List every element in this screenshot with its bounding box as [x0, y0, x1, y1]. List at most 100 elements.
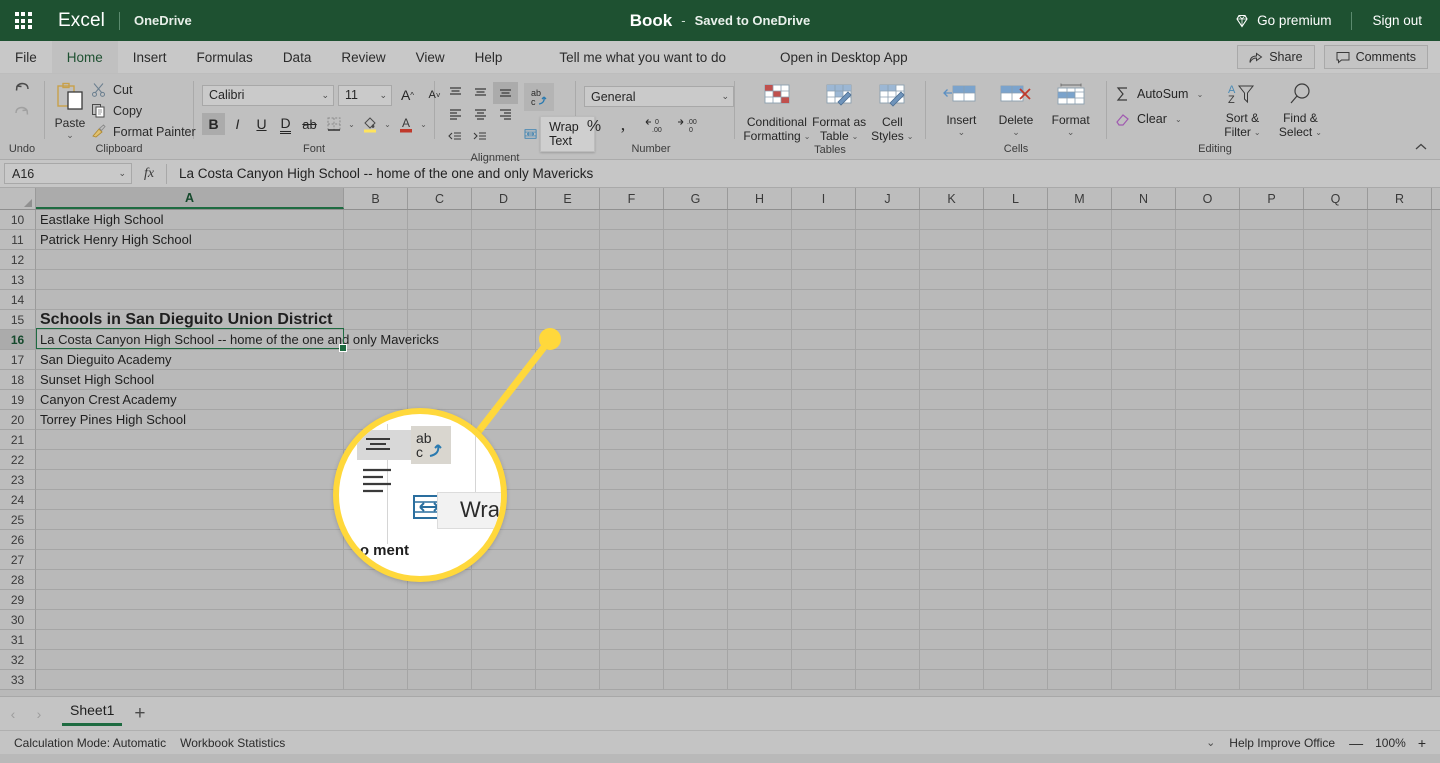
- row-header-33[interactable]: 33: [0, 670, 36, 690]
- cell-N16[interactable]: [1112, 330, 1176, 350]
- cell-R20[interactable]: [1368, 410, 1432, 430]
- cell-N13[interactable]: [1112, 270, 1176, 290]
- cell-G25[interactable]: [664, 510, 728, 530]
- cell-O12[interactable]: [1176, 250, 1240, 270]
- cell-D12[interactable]: [472, 250, 536, 270]
- row-header-11[interactable]: 11: [0, 230, 36, 250]
- save-state-label[interactable]: Saved to OneDrive: [695, 13, 811, 28]
- cell-K10[interactable]: [920, 210, 984, 230]
- cell-O21[interactable]: [1176, 430, 1240, 450]
- cell-H17[interactable]: [728, 350, 792, 370]
- column-header-D[interactable]: D: [472, 188, 536, 209]
- cell-P26[interactable]: [1240, 530, 1304, 550]
- cell-I22[interactable]: [792, 450, 856, 470]
- cell-Q20[interactable]: [1304, 410, 1368, 430]
- cell-L31[interactable]: [984, 630, 1048, 650]
- comma-style-button[interactable]: ,: [613, 115, 633, 137]
- cell-D13[interactable]: [472, 270, 536, 290]
- sign-out-button[interactable]: Sign out: [1372, 13, 1422, 28]
- cell-Q27[interactable]: [1304, 550, 1368, 570]
- cell-N22[interactable]: [1112, 450, 1176, 470]
- cell-L26[interactable]: [984, 530, 1048, 550]
- zoom-out-button[interactable]: —: [1349, 735, 1363, 751]
- cell-I20[interactable]: [792, 410, 856, 430]
- cell-C33[interactable]: [408, 670, 472, 690]
- cell-E28[interactable]: [536, 570, 600, 590]
- cell-I14[interactable]: [792, 290, 856, 310]
- cell-G21[interactable]: [664, 430, 728, 450]
- font-family-select[interactable]: Calibri ⌄: [202, 84, 334, 106]
- cell-R12[interactable]: [1368, 250, 1432, 270]
- cell-I27[interactable]: [792, 550, 856, 570]
- cell-O16[interactable]: [1176, 330, 1240, 350]
- cell-P29[interactable]: [1240, 590, 1304, 610]
- cell-P20[interactable]: [1240, 410, 1304, 430]
- chevron-down-icon[interactable]: ⌄: [907, 130, 914, 144]
- cell-E14[interactable]: [536, 290, 600, 310]
- column-header-P[interactable]: P: [1240, 188, 1304, 209]
- cell-N17[interactable]: [1112, 350, 1176, 370]
- cell-L30[interactable]: [984, 610, 1048, 630]
- align-right-button[interactable]: [493, 104, 518, 126]
- cell-C10[interactable]: [408, 210, 472, 230]
- cell-D32[interactable]: [472, 650, 536, 670]
- cell-J28[interactable]: [856, 570, 920, 590]
- cell-C17[interactable]: [408, 350, 472, 370]
- cell-J16[interactable]: [856, 330, 920, 350]
- column-header-C[interactable]: C: [408, 188, 472, 209]
- cell-P18[interactable]: [1240, 370, 1304, 390]
- cell-B13[interactable]: [344, 270, 408, 290]
- cell-I23[interactable]: [792, 470, 856, 490]
- add-sheet-button[interactable]: +: [134, 704, 145, 723]
- cell-R29[interactable]: [1368, 590, 1432, 610]
- cell-E27[interactable]: [536, 550, 600, 570]
- cell-G22[interactable]: [664, 450, 728, 470]
- cell-F23[interactable]: [600, 470, 664, 490]
- cell-N32[interactable]: [1112, 650, 1176, 670]
- cell-K31[interactable]: [920, 630, 984, 650]
- cell-N27[interactable]: [1112, 550, 1176, 570]
- cell-A13[interactable]: [36, 270, 344, 290]
- share-button[interactable]: Share: [1237, 45, 1315, 69]
- row-header-13[interactable]: 13: [0, 270, 36, 290]
- cell-J20[interactable]: [856, 410, 920, 430]
- row-header-25[interactable]: 25: [0, 510, 36, 530]
- column-header-H[interactable]: H: [728, 188, 792, 209]
- cell-N10[interactable]: [1112, 210, 1176, 230]
- cell-G32[interactable]: [664, 650, 728, 670]
- cell-N30[interactable]: [1112, 610, 1176, 630]
- cell-H26[interactable]: [728, 530, 792, 550]
- cell-A32[interactable]: [36, 650, 344, 670]
- delete-cells-button[interactable]: Delete ⌄: [989, 82, 1044, 137]
- cell-O29[interactable]: [1176, 590, 1240, 610]
- increase-decimal-button[interactable]: 0 .00: [642, 115, 666, 137]
- cell-E20[interactable]: [536, 410, 600, 430]
- cell-I12[interactable]: [792, 250, 856, 270]
- cell-D15[interactable]: [472, 310, 536, 330]
- conditional-formatting-button[interactable]: Conditional Formatting ⌄: [743, 82, 811, 144]
- cell-P13[interactable]: [1240, 270, 1304, 290]
- cell-H32[interactable]: [728, 650, 792, 670]
- cell-I19[interactable]: [792, 390, 856, 410]
- cut-button[interactable]: Cut: [87, 80, 200, 99]
- cell-J19[interactable]: [856, 390, 920, 410]
- cell-G12[interactable]: [664, 250, 728, 270]
- cell-F30[interactable]: [600, 610, 664, 630]
- cell-N28[interactable]: [1112, 570, 1176, 590]
- percent-style-button[interactable]: %: [584, 115, 604, 137]
- cell-I18[interactable]: [792, 370, 856, 390]
- align-middle-button[interactable]: [468, 82, 493, 104]
- insert-function-button[interactable]: fx: [132, 166, 166, 182]
- column-header-O[interactable]: O: [1176, 188, 1240, 209]
- cell-H25[interactable]: [728, 510, 792, 530]
- cell-I26[interactable]: [792, 530, 856, 550]
- cell-J21[interactable]: [856, 430, 920, 450]
- tell-me-search[interactable]: Tell me what you want to do: [541, 41, 744, 73]
- cell-L27[interactable]: [984, 550, 1048, 570]
- cell-K16[interactable]: [920, 330, 984, 350]
- cell-I21[interactable]: [792, 430, 856, 450]
- cell-K32[interactable]: [920, 650, 984, 670]
- cell-A24[interactable]: [36, 490, 344, 510]
- cell-J30[interactable]: [856, 610, 920, 630]
- tab-file[interactable]: File: [0, 41, 52, 73]
